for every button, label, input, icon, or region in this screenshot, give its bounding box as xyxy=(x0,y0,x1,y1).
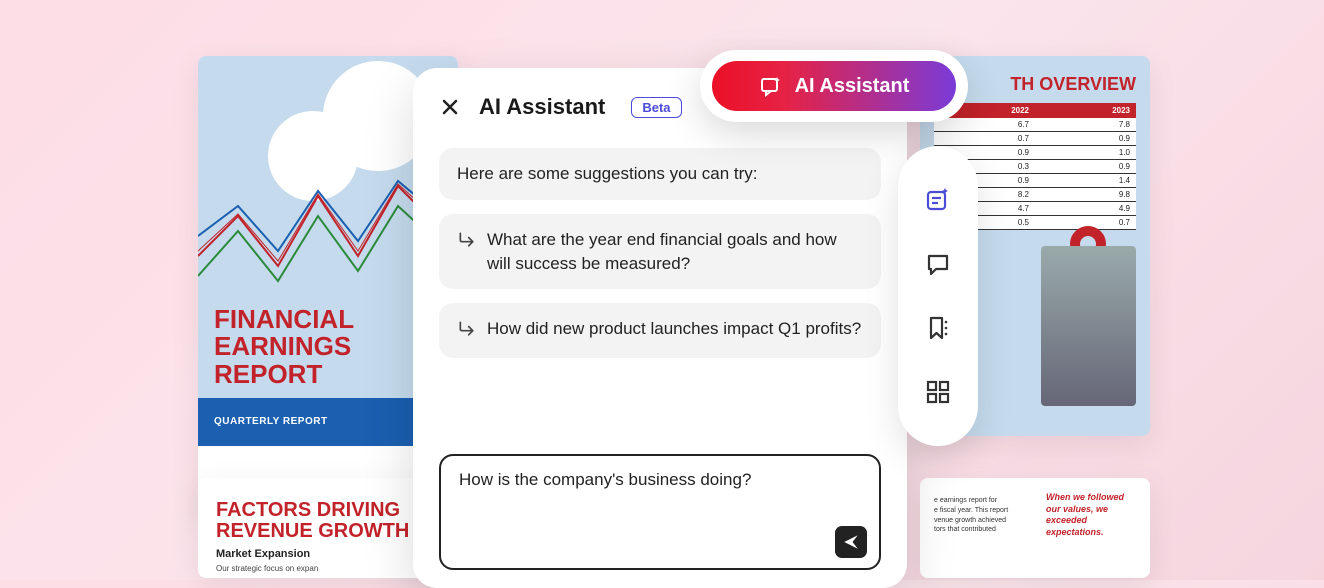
reply-arrow-icon xyxy=(457,319,477,344)
close-icon xyxy=(442,99,458,115)
photo-placeholder xyxy=(1041,246,1136,406)
table-cell: 1.4 xyxy=(1035,174,1136,188)
table-cell: 0.7 xyxy=(934,132,1035,146)
table-header-2023: 2023 xyxy=(1035,103,1136,118)
intro-text: Here are some suggestions you can try: xyxy=(457,162,757,186)
panel-title: AI Assistant xyxy=(479,94,605,120)
reply-arrow-icon xyxy=(457,230,477,255)
chat-input-box xyxy=(439,454,881,570)
sparkle-chat-icon xyxy=(759,74,783,98)
pill-label: AI Assistant xyxy=(795,75,910,98)
doc-cover-title: FINANCIAL EARNINGS REPORT xyxy=(214,306,354,388)
tool-bookmark[interactable] xyxy=(923,313,953,343)
suggestion-1[interactable]: What are the year end financial goals an… xyxy=(439,214,881,290)
suggestion-text: How did new product launches impact Q1 p… xyxy=(487,317,861,341)
table-row: 0.70.9 xyxy=(934,132,1136,146)
send-icon xyxy=(842,533,860,551)
table-cell: 0.9 xyxy=(1035,132,1136,146)
table-cell: 4.9 xyxy=(1035,202,1136,216)
background-doc-quote: e earnings report for e fiscal year. Thi… xyxy=(920,478,1150,578)
table-cell: 9.8 xyxy=(1035,188,1136,202)
quote-snippet: e earnings report for e fiscal year. Thi… xyxy=(934,496,1034,535)
send-button[interactable] xyxy=(835,526,867,558)
suggestion-2[interactable]: How did new product launches impact Q1 p… xyxy=(439,303,881,358)
pull-quote: When we followed our values, we exceeded… xyxy=(1046,492,1136,539)
close-button[interactable] xyxy=(439,96,461,118)
grid-icon xyxy=(924,378,952,406)
ai-assistant-panel: AI Assistant Beta Here are some suggesti… xyxy=(413,68,907,588)
intro-bubble: Here are some suggestions you can try: xyxy=(439,148,881,200)
tool-comment[interactable] xyxy=(923,249,953,279)
table-cell: 1.0 xyxy=(1035,146,1136,160)
suggestion-text: What are the year end financial goals an… xyxy=(487,228,863,276)
table-row: 6.77.8 xyxy=(934,118,1136,132)
chat-input[interactable] xyxy=(459,470,827,554)
table-cell: 6.7 xyxy=(934,118,1035,132)
ai-assistant-pill-container: AI Assistant xyxy=(700,50,968,122)
side-toolbar xyxy=(898,146,978,446)
table-cell: 7.8 xyxy=(1035,118,1136,132)
ai-assistant-pill-button[interactable]: AI Assistant xyxy=(712,61,956,111)
beta-badge: Beta xyxy=(631,97,681,118)
bookmark-icon xyxy=(924,314,952,342)
table-cell: 0.9 xyxy=(1035,160,1136,174)
sparkle-note-icon xyxy=(924,186,952,214)
tool-grid[interactable] xyxy=(923,377,953,407)
comment-icon xyxy=(924,250,952,278)
tool-sparkle-note[interactable] xyxy=(923,185,953,215)
